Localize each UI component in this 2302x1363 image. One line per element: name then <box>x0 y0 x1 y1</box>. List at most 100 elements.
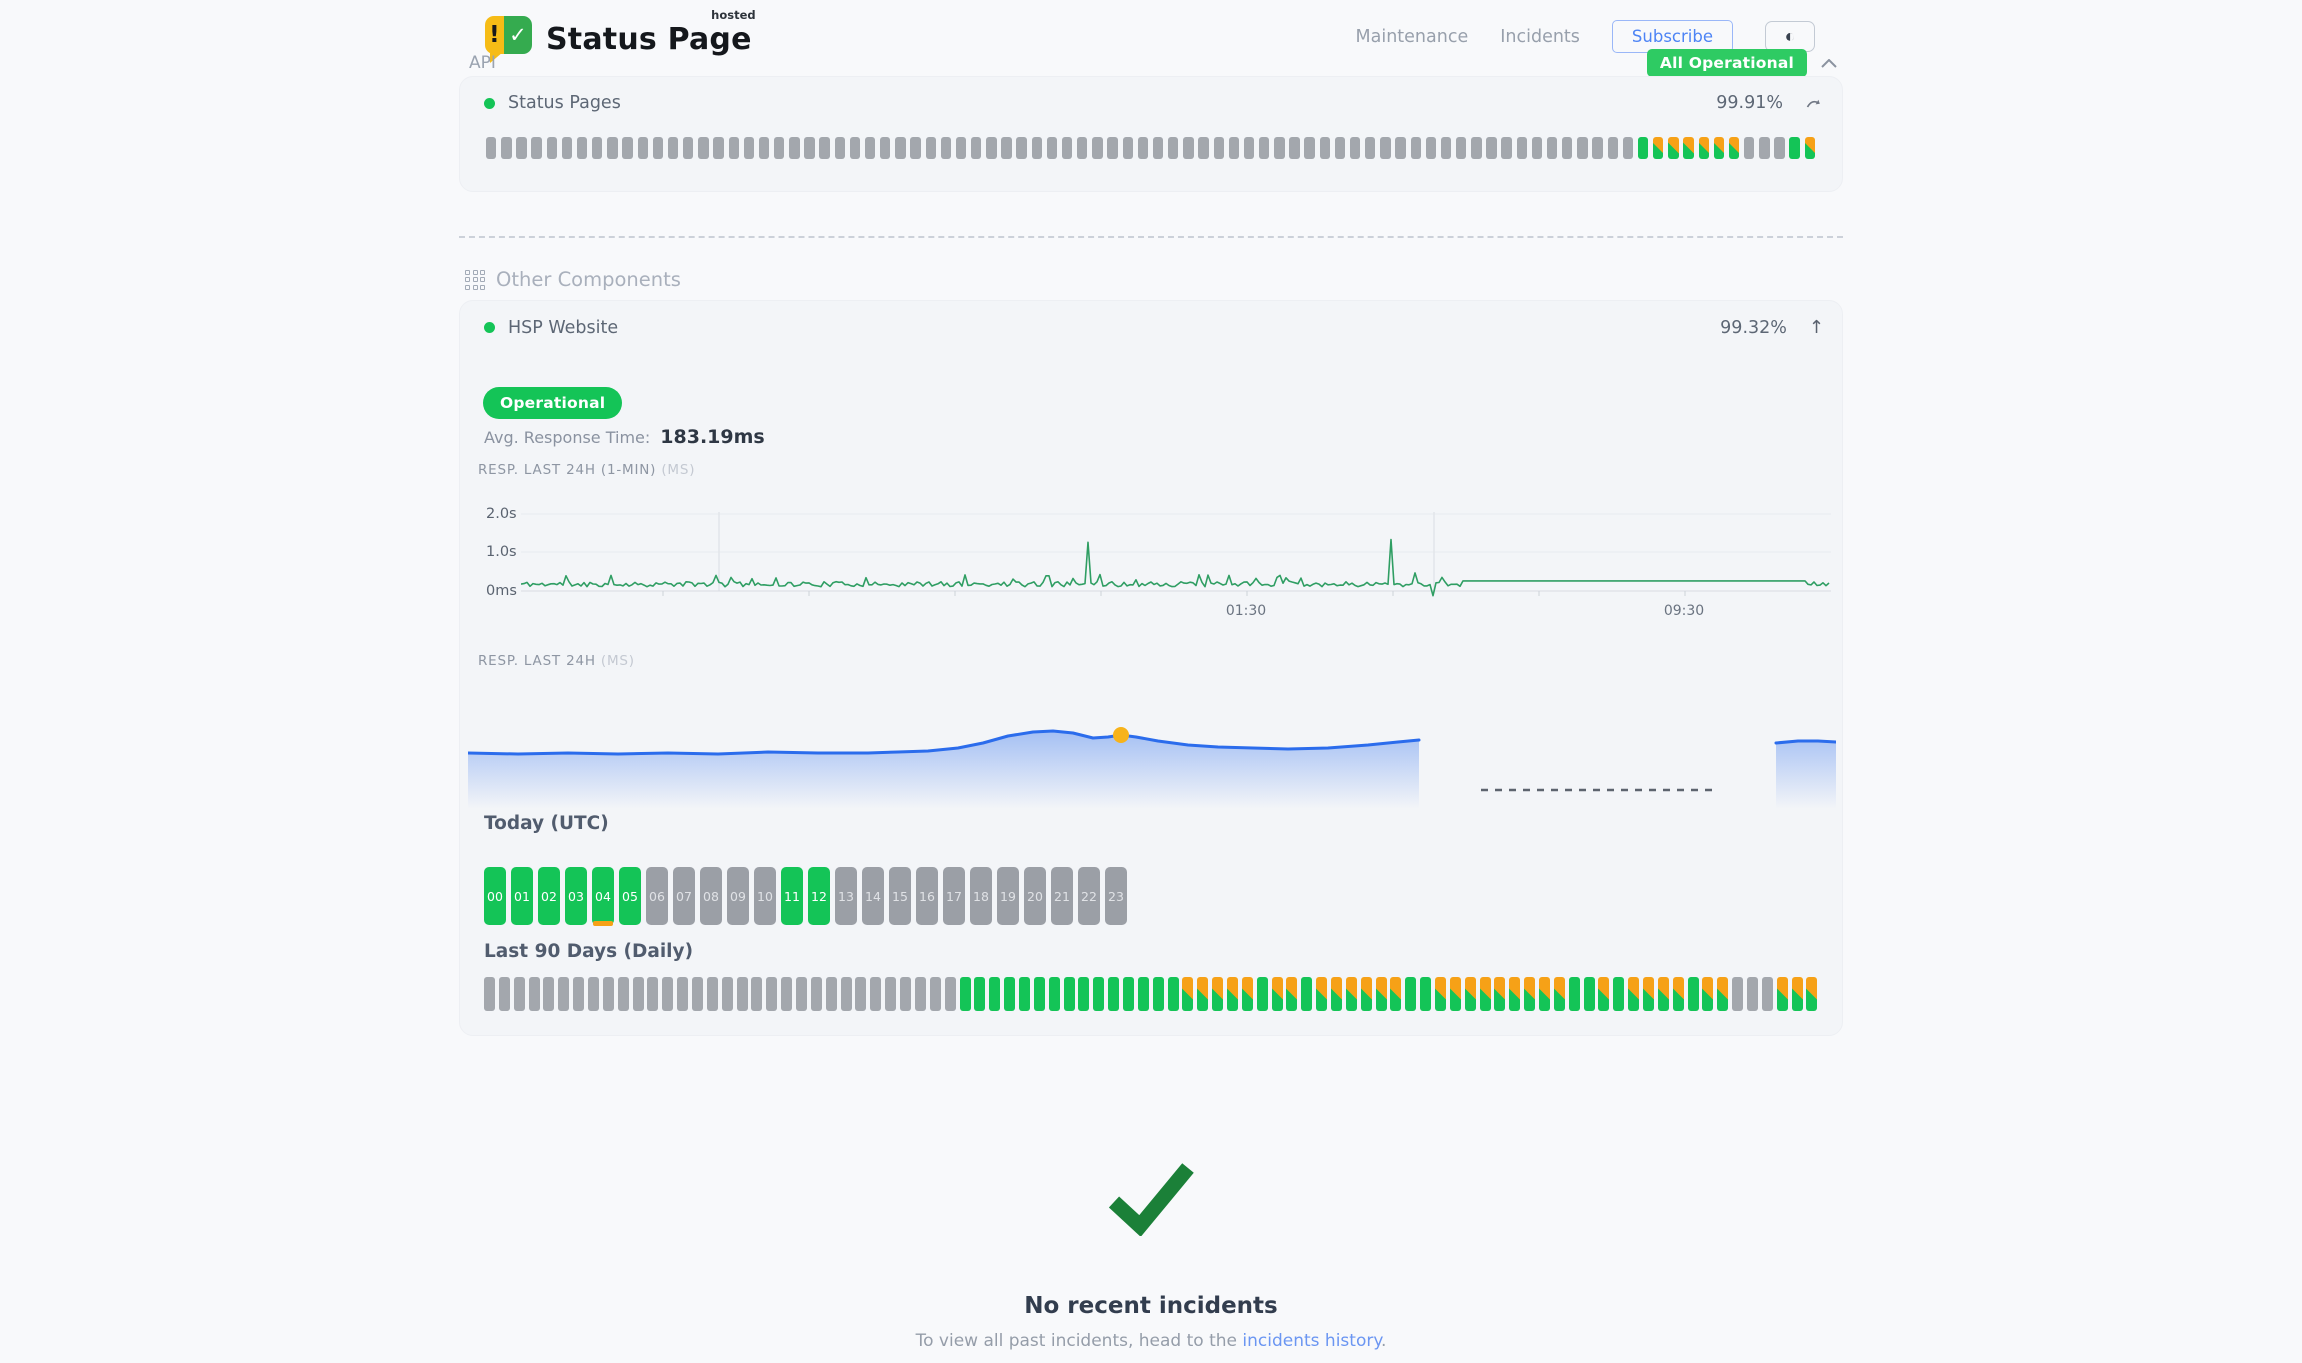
uptime-tile[interactable] <box>789 137 799 159</box>
uptime-tile[interactable] <box>841 977 852 1011</box>
uptime-tile[interactable] <box>1168 137 1178 159</box>
uptime-tile[interactable] <box>707 977 718 1011</box>
uptime-tile[interactable] <box>662 977 673 1011</box>
uptime-tile[interactable] <box>558 977 569 1011</box>
uptime-tile[interactable] <box>900 977 911 1011</box>
refresh-icon[interactable] <box>1805 97 1824 110</box>
uptime-tile[interactable] <box>1004 977 1015 1011</box>
uptime-tile[interactable] <box>1532 137 1542 159</box>
uptime-tile[interactable] <box>1717 977 1728 1011</box>
hour-tile-15[interactable]: 15 <box>889 867 911 925</box>
uptime-tile[interactable] <box>1212 977 1223 1011</box>
uptime-tile[interactable] <box>1569 977 1580 1011</box>
uptime-tile[interactable] <box>1658 977 1669 1011</box>
uptime-tile[interactable] <box>1598 977 1609 1011</box>
hour-tile-17[interactable]: 17 <box>943 867 965 925</box>
uptime-tile[interactable] <box>960 977 971 1011</box>
uptime-tile[interactable] <box>1138 977 1149 1011</box>
uptime-tile[interactable] <box>870 977 881 1011</box>
uptime-tile[interactable] <box>577 137 587 159</box>
uptime-tile[interactable] <box>1286 977 1297 1011</box>
uptime-tile[interactable] <box>781 977 792 1011</box>
uptime-tile[interactable] <box>592 137 602 159</box>
hour-tile-01[interactable]: 01 <box>511 867 533 925</box>
uptime-tile[interactable] <box>573 977 584 1011</box>
uptime-tile[interactable] <box>1683 137 1693 159</box>
uptime-tile[interactable] <box>1092 137 1102 159</box>
uptime-tile[interactable] <box>930 977 941 1011</box>
hour-tile-12[interactable]: 12 <box>808 867 830 925</box>
uptime-tile[interactable] <box>638 137 648 159</box>
uptime-tile[interactable] <box>1441 137 1451 159</box>
uptime-tile[interactable] <box>516 137 526 159</box>
uptime-tile[interactable] <box>1242 977 1253 1011</box>
uptime-tile[interactable] <box>751 977 762 1011</box>
hour-tile-00[interactable]: 00 <box>484 867 506 925</box>
uptime-tile[interactable] <box>796 977 807 1011</box>
uptime-tile[interactable] <box>945 977 956 1011</box>
hour-tile-05[interactable]: 05 <box>619 867 641 925</box>
uptime-tile[interactable] <box>1350 137 1360 159</box>
uptime-tile[interactable] <box>1016 137 1026 159</box>
uptime-tile[interactable] <box>1335 137 1345 159</box>
uptime-tile[interactable] <box>819 137 829 159</box>
uptime-tile[interactable] <box>1465 977 1476 1011</box>
hour-tile-16[interactable]: 16 <box>916 867 938 925</box>
uptime-tile[interactable] <box>1064 977 1075 1011</box>
uptime-tile[interactable] <box>1168 977 1179 1011</box>
uptime-tile[interactable] <box>1714 137 1724 159</box>
uptime-tile[interactable] <box>1395 137 1405 159</box>
uptime-tile[interactable] <box>1049 977 1060 1011</box>
uptime-tile[interactable] <box>926 137 936 159</box>
uptime-tile[interactable] <box>1411 137 1421 159</box>
uptime-tile[interactable] <box>603 977 614 1011</box>
uptime-tile[interactable] <box>1316 977 1327 1011</box>
uptime-tile[interactable] <box>971 137 981 159</box>
uptime-tile[interactable] <box>1494 977 1505 1011</box>
hour-tile-10[interactable]: 10 <box>754 867 776 925</box>
uptime-tile[interactable] <box>713 137 723 159</box>
uptime-tile[interactable] <box>1732 977 1743 1011</box>
uptime-tile[interactable] <box>1182 977 1193 1011</box>
uptime-tile[interactable] <box>1554 977 1565 1011</box>
uptime-tile[interactable] <box>1078 977 1089 1011</box>
uptime-tile[interactable] <box>1759 137 1769 159</box>
uptime-tile[interactable] <box>622 137 632 159</box>
incidents-history-link[interactable]: incidents history <box>1242 1331 1381 1351</box>
uptime-tile[interactable] <box>1062 137 1072 159</box>
hour-tile-07[interactable]: 07 <box>673 867 695 925</box>
uptime-tile[interactable] <box>1304 137 1314 159</box>
uptime-tile[interactable] <box>1539 977 1550 1011</box>
uptime-tile[interactable] <box>1077 137 1087 159</box>
uptime-tile[interactable] <box>1320 137 1330 159</box>
uptime-tile[interactable] <box>1047 137 1057 159</box>
uptime-tile[interactable] <box>1729 137 1739 159</box>
uptime-tile[interactable] <box>1628 977 1639 1011</box>
nav-incidents[interactable]: Incidents <box>1500 27 1580 47</box>
uptime-tile[interactable] <box>1584 977 1595 1011</box>
uptime-tile[interactable] <box>956 137 966 159</box>
uptime-tile[interactable] <box>1259 137 1269 159</box>
uptime-tile[interactable] <box>1426 137 1436 159</box>
uptime-tile[interactable] <box>1806 977 1817 1011</box>
uptime-tile[interactable] <box>647 977 658 1011</box>
uptime-tile[interactable] <box>1456 137 1466 159</box>
uptime-tile[interactable] <box>1138 137 1148 159</box>
theme-toggle-button[interactable]: ◐ <box>1765 21 1815 52</box>
uptime-tile[interactable] <box>1274 137 1284 159</box>
uptime-tile[interactable] <box>499 977 510 1011</box>
uptime-tile[interactable] <box>1107 137 1117 159</box>
uptime-tile[interactable] <box>774 137 784 159</box>
uptime-tile[interactable] <box>986 137 996 159</box>
uptime-tile[interactable] <box>1301 977 1312 1011</box>
uptime-tile[interactable] <box>1638 137 1648 159</box>
uptime-tile[interactable] <box>1699 137 1709 159</box>
uptime-tile[interactable] <box>1153 977 1164 1011</box>
uptime-tile[interactable] <box>855 977 866 1011</box>
uptime-tile[interactable] <box>1777 977 1788 1011</box>
uptime-tile[interactable] <box>811 977 822 1011</box>
uptime-tile[interactable] <box>1450 977 1461 1011</box>
hour-tile-18[interactable]: 18 <box>970 867 992 925</box>
uptime-tile[interactable] <box>1001 137 1011 159</box>
uptime-tile[interactable] <box>1547 137 1557 159</box>
